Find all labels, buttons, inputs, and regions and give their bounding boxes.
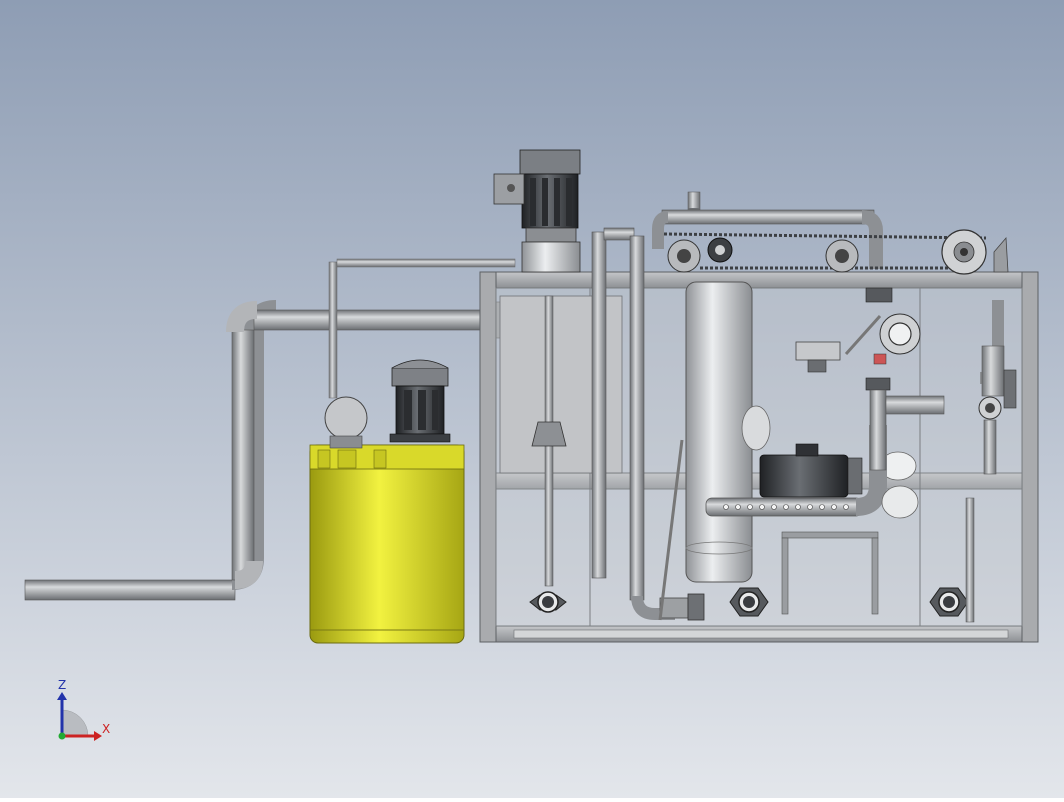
sprocket-right <box>941 229 987 275</box>
yellow-dosing-tank <box>309 444 465 644</box>
cad-viewport[interactable]: Z X <box>0 0 1064 798</box>
triad-z-label: Z <box>58 678 67 692</box>
skid-frame <box>479 271 1039 643</box>
triad-x-label: X <box>102 722 111 736</box>
sprocket-left <box>667 239 701 273</box>
cad-assembly-drawing <box>0 0 1064 798</box>
dosing-pump <box>324 396 368 449</box>
sprocket-middle <box>825 239 859 273</box>
agitator-motor <box>389 359 451 443</box>
sprocket-center <box>707 237 733 263</box>
